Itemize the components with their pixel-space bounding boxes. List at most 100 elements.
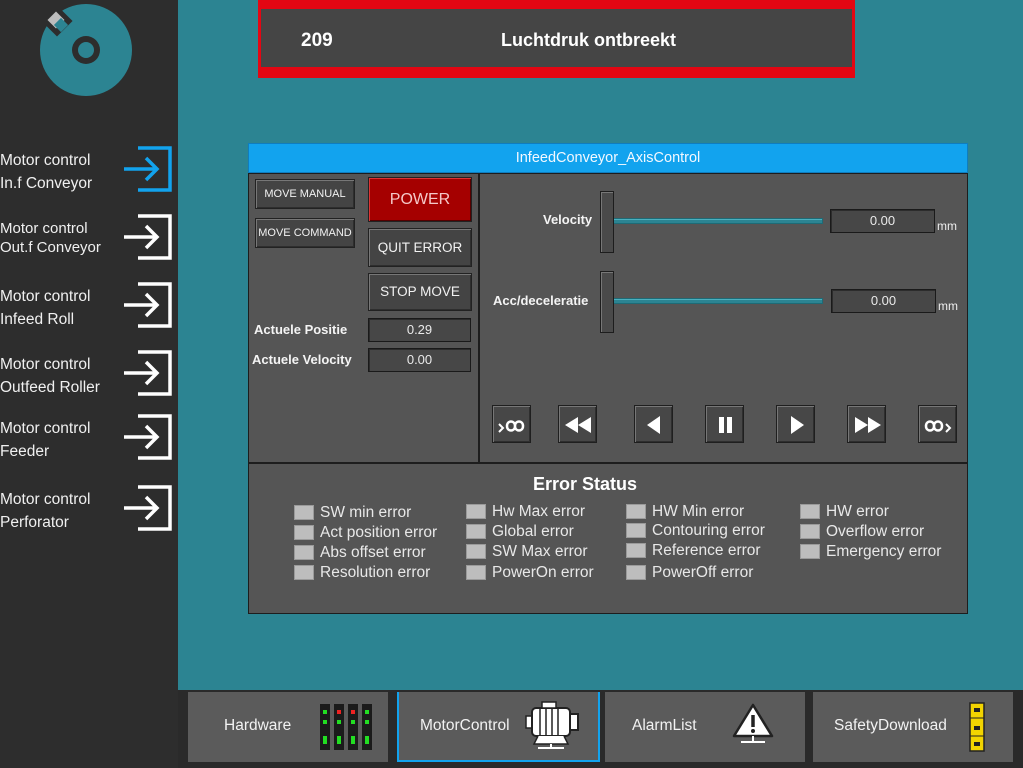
jog-negative-infinite-icon	[498, 420, 525, 433]
actual-position-value: 0.29	[368, 318, 471, 342]
nav-motorcontrol-button[interactable]: MotorControl	[397, 692, 600, 762]
error-label: SW Max error	[492, 543, 588, 560]
error-led	[466, 544, 486, 559]
velocity-slider-handle[interactable]	[600, 191, 614, 253]
actual-position-label: Actuele Positie	[254, 322, 348, 337]
velocity-label: Velocity	[543, 212, 593, 227]
sidebar-item-label: Motor control	[0, 491, 91, 508]
error-status-title: Error Status	[533, 474, 638, 494]
sidebar: Motor control In.f Conveyor Motor control…	[0, 0, 178, 768]
fast-forward-icon	[855, 417, 881, 433]
step-forward-icon	[791, 416, 804, 434]
velocity-unit: mm	[937, 219, 957, 233]
error-led	[800, 544, 820, 559]
error-label: HW Min error	[652, 503, 745, 520]
error-led	[626, 565, 646, 580]
sidebar-item-sublabel: Infeed Roll	[0, 311, 75, 328]
enter-arrow-icon	[124, 214, 172, 260]
sidebar-item-sublabel: Feeder	[0, 443, 50, 460]
enter-arrow-icon	[124, 414, 172, 460]
pause-icon	[719, 417, 732, 433]
error-label: PowerOff error	[652, 564, 754, 581]
nav-alarmlist-button[interactable]: AlarmList	[605, 692, 805, 762]
error-led	[294, 505, 314, 520]
error-label: Act position error	[320, 524, 438, 541]
sidebar-item-sublabel: Out.f Conveyor	[0, 239, 101, 256]
sidebar-item-feeder[interactable]: Motor control Feeder	[0, 413, 178, 475]
quit-error-button[interactable]: QUIT ERROR	[368, 228, 472, 267]
step-forward-button[interactable]	[776, 405, 815, 443]
error-led	[294, 565, 314, 580]
error-label: Overflow error	[826, 523, 925, 540]
enter-arrow-icon	[124, 146, 172, 192]
sidebar-item-infeed-conveyor[interactable]: Motor control In.f Conveyor	[0, 145, 178, 207]
move-manual-button[interactable]: MOVE MANUAL	[255, 179, 355, 209]
error-label: Reference error	[652, 542, 761, 559]
sidebar-item-label: Motor control	[0, 420, 91, 437]
sidebar-item-outfeed-conveyor[interactable]: Motor control Out.f Conveyor	[0, 213, 178, 275]
error-label: Hw Max error	[492, 503, 586, 520]
sidebar-item-label: Motor control	[0, 152, 91, 169]
error-label: Contouring error	[652, 522, 765, 539]
alarm-message: Luchtdruk ontbreekt	[501, 30, 677, 50]
velocity-input[interactable]: 0.00	[830, 209, 935, 233]
error-led	[626, 523, 646, 538]
error-led	[800, 504, 820, 519]
enter-arrow-icon	[124, 350, 172, 396]
error-led	[466, 504, 486, 519]
error-label: SW min error	[320, 504, 412, 521]
velocity-slider-track[interactable]	[612, 218, 823, 224]
error-led	[466, 524, 486, 539]
error-label: Emergency error	[826, 543, 942, 560]
alarm-warning-icon	[732, 703, 774, 743]
enter-arrow-icon	[124, 282, 172, 328]
nav-hardware-label: Hardware	[224, 717, 292, 734]
sidebar-item-sublabel: In.f Conveyor	[0, 175, 93, 192]
error-led	[294, 545, 314, 560]
power-button[interactable]: POWER	[368, 177, 472, 222]
sidebar-item-label: Motor control	[0, 288, 91, 305]
nav-safetydownload-label: SafetyDownload	[834, 717, 947, 734]
sidebar-item-sublabel: Outfeed Roller	[0, 379, 100, 396]
fast-backward-button[interactable]	[558, 405, 597, 443]
jog-negative-infinite-button[interactable]	[492, 405, 531, 443]
fast-forward-button[interactable]	[847, 405, 886, 443]
motor-icon	[525, 701, 579, 749]
alarm-code: 209	[301, 30, 333, 51]
actual-velocity-value: 0.00	[368, 348, 471, 372]
sidebar-item-perforator[interactable]: Motor control Perforator	[0, 484, 178, 546]
step-backward-button[interactable]	[634, 405, 673, 443]
acceleration-slider-handle[interactable]	[600, 271, 614, 333]
logo-icon	[40, 4, 132, 96]
nav-alarmlist-label: AlarmList	[632, 717, 697, 734]
error-led	[294, 525, 314, 540]
actual-velocity-label: Actuele Velocity	[252, 352, 352, 367]
error-label: HW error	[826, 503, 889, 520]
nav-motorcontrol-label: MotorControl	[420, 717, 510, 734]
acceleration-label: Acc/deceleratie	[493, 293, 589, 308]
step-backward-icon	[647, 416, 660, 434]
jog-positive-infinite-icon	[924, 420, 952, 433]
safety-download-icon	[969, 702, 985, 752]
pause-button[interactable]	[705, 405, 744, 443]
nav-hardware-button[interactable]: Hardware	[188, 692, 388, 762]
error-led	[626, 543, 646, 558]
panel-title: InfeedConveyor_AxisControl	[248, 143, 968, 173]
error-label: Global error	[492, 523, 574, 540]
acceleration-slider-track[interactable]	[612, 298, 823, 304]
error-led	[800, 524, 820, 539]
hardware-icon	[320, 704, 372, 750]
sidebar-item-outfeed-roller[interactable]: Motor control Outfeed Roller	[0, 349, 178, 411]
acceleration-unit: mm	[938, 299, 958, 313]
error-led	[626, 504, 646, 519]
error-led	[466, 565, 486, 580]
nav-safetydownload-button[interactable]: SafetyDownload	[813, 692, 1013, 762]
fast-backward-icon	[565, 417, 591, 433]
jog-positive-infinite-button[interactable]	[918, 405, 957, 443]
enter-arrow-icon	[124, 485, 172, 531]
error-label: PowerOn error	[492, 564, 594, 581]
move-command-button[interactable]: MOVE COMMAND	[255, 218, 355, 248]
stop-move-button[interactable]: STOP MOVE	[368, 273, 472, 311]
acceleration-input[interactable]: 0.00	[831, 289, 936, 313]
sidebar-item-infeed-roll[interactable]: Motor control Infeed Roll	[0, 281, 178, 343]
